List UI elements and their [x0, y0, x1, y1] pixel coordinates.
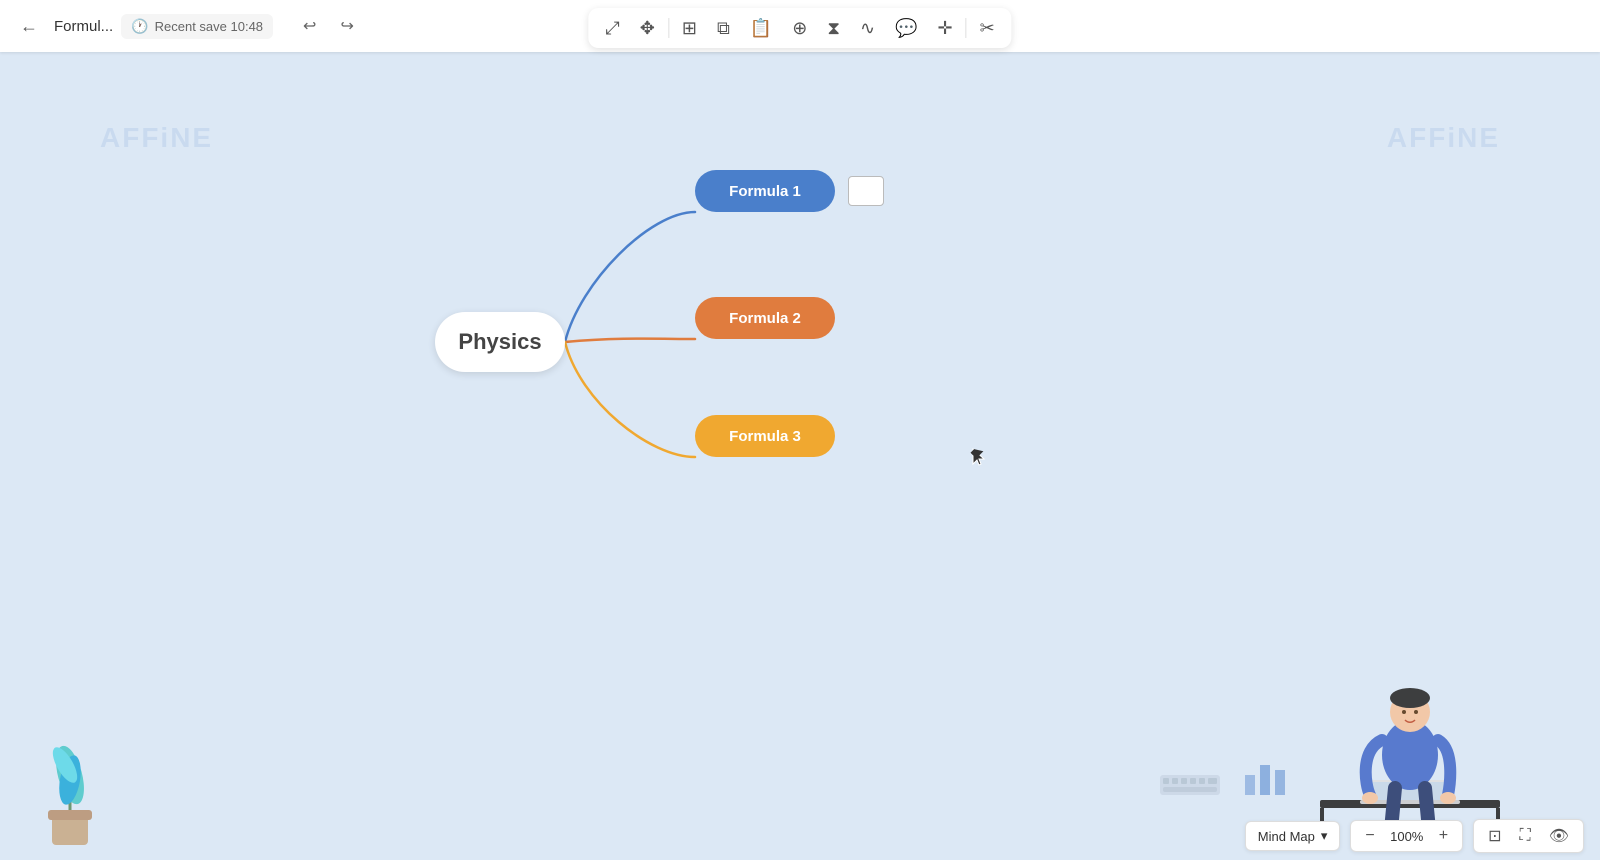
formula3-node[interactable]: Formula 3 — [695, 415, 835, 457]
view-mode-label: Mind Map — [1258, 829, 1315, 844]
back-button[interactable]: ← — [12, 12, 46, 41]
more-tools-button[interactable]: ✂ — [973, 14, 1002, 42]
chart-illustration — [1240, 755, 1290, 800]
watermark-top-left: AFFiNE — [100, 122, 213, 154]
formula2-label: Formula 2 — [729, 310, 801, 327]
view-mode-selector[interactable]: Mind Map ▾ — [1245, 821, 1341, 851]
frame-tool-button[interactable]: ⧉ — [710, 14, 737, 42]
zoom-out-button[interactable]: − — [1361, 825, 1378, 847]
zoom-in-button[interactable]: + — [1435, 825, 1452, 847]
watermark-top-right: AFFiNE — [1387, 122, 1500, 154]
formula3-label: Formula 3 — [729, 428, 801, 445]
hand-tool-button[interactable]: ✥ — [633, 14, 662, 42]
empty-box[interactable] — [848, 176, 884, 206]
formula1-node[interactable]: Formula 1 — [695, 170, 835, 212]
eye-button[interactable]: 👁 — [1545, 824, 1573, 848]
zoom-level-display: 100% — [1387, 829, 1427, 844]
save-status: 🕐 Recent save 10:48 — [121, 14, 273, 39]
group-tool-button[interactable]: ⊞ — [675, 14, 704, 42]
connect-button[interactable]: ⧗ — [820, 14, 847, 42]
sticky-note-button[interactable]: 📋 — [743, 14, 779, 42]
toolbar-divider-2 — [966, 18, 967, 38]
header-left: ← Formul... 🕐 Recent save 10:48 ↩ ↪ — [12, 12, 360, 41]
physics-label: Physics — [458, 329, 541, 355]
formula1-label: Formula 1 — [729, 183, 801, 200]
clock-icon: 🕐 — [131, 18, 148, 35]
connections-svg — [500, 342, 1000, 642]
physics-node[interactable]: Physics — [435, 312, 565, 372]
add-button[interactable]: ⊕ — [785, 14, 814, 42]
move-button[interactable]: ✛ — [930, 14, 959, 42]
formula2-node[interactable]: Formula 2 — [695, 297, 835, 339]
cursor — [972, 448, 988, 464]
center-toolbar: ⤢ ✥ ⊞ ⧉ 📋 ⊕ ⧗ ∿ 💬 ✛ ✂ — [588, 8, 1011, 48]
redo-button[interactable]: ↪ — [334, 12, 359, 40]
select-tool-button[interactable]: ⤢ — [598, 14, 626, 42]
bottom-icon-group: ⊡ ⛶ 👁 — [1473, 819, 1584, 853]
chevron-down-icon: ▾ — [1321, 828, 1328, 844]
fit-view-button[interactable]: ⊡ — [1484, 824, 1505, 848]
keyboard-illustration — [1160, 775, 1220, 800]
doc-title: Formul... — [54, 18, 113, 35]
undo-button[interactable]: ↩ — [297, 12, 322, 40]
undo-redo-group: ↩ ↪ — [289, 12, 360, 40]
save-status-text: Recent save 10:48 — [155, 19, 263, 34]
toolbar-divider-1 — [668, 18, 669, 38]
fullscreen-button[interactable]: ⛶ — [1515, 825, 1534, 847]
canvas[interactable]: AFFiNE AFFiNE Physics Formula 1 Formula … — [0, 52, 1600, 860]
bottom-bar: Mind Map ▾ − 100% + ⊡ ⛶ 👁 — [0, 812, 1600, 860]
zoom-controls: − 100% + — [1350, 820, 1463, 852]
squiggle-button[interactable]: ∿ — [853, 14, 882, 42]
comment-button[interactable]: 💬 — [888, 14, 924, 42]
